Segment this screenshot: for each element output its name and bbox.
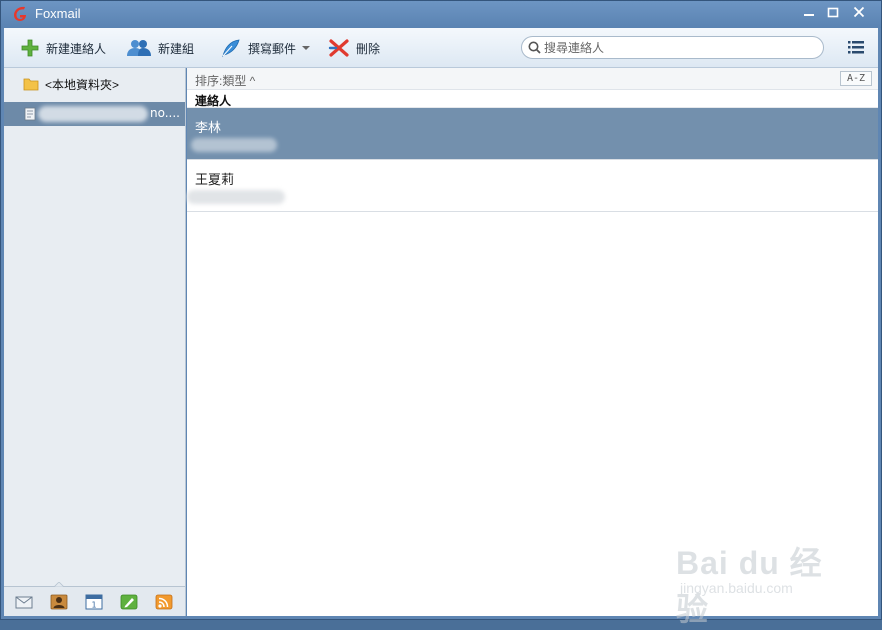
active-module-indicator [54,582,64,587]
close-icon [853,6,865,18]
contact-name: 李林 [195,120,222,135]
local-folder-label: <本地資料夾> [45,77,120,92]
toolbar: 新建連絡人 新建組 撰寫郵件 刪除 [4,28,878,68]
folder-icon [23,78,39,91]
local-folder-item[interactable]: <本地資料夾> [4,72,185,96]
close-button[interactable] [848,4,870,24]
contact-row[interactable]: 李林 [187,108,878,160]
minimize-icon [804,14,814,16]
delete-label: 刪除 [356,41,381,56]
new-group-label: 新建組 [158,41,195,56]
chevron-down-icon [302,46,311,50]
address-book-icon [24,107,36,121]
foxmail-logo-icon [14,6,26,21]
feather-pen-icon [222,39,240,58]
search-box[interactable] [521,36,824,59]
account-name-tail: no.... [150,106,180,120]
new-group-button[interactable]: 新建組 [126,37,194,59]
contact-row[interactable]: 王夏莉 [187,160,878,212]
compose-button[interactable]: 撰寫郵件 [220,37,317,59]
search-input[interactable] [544,39,814,56]
delete-button[interactable]: 刪除 [328,37,380,59]
svg-text:1: 1 [91,601,96,610]
new-contact-button[interactable]: 新建連絡人 [20,37,106,59]
contact-email-redacted [191,138,277,152]
plus-icon [21,39,39,57]
compose-label: 撰寫郵件 [248,41,297,56]
column-header-label: 連絡人 [195,94,232,108]
sidebar: <本地資料夾> no.... 1 [4,68,186,616]
module-switcher: 1 [4,582,185,616]
mail-module-icon[interactable] [15,594,33,610]
az-sort-button[interactable]: A-Z [840,71,872,86]
notes-module-icon[interactable] [120,594,138,610]
title-bar: Foxmail [1,1,881,28]
contact-name: 王夏莉 [195,172,235,187]
contact-email-redacted [187,190,285,204]
search-icon [528,41,541,54]
baidu-jingyan-watermark: Bai du 经验 jingyan.baidu.com [674,524,844,627]
group-icon [127,40,151,56]
rss-module-icon[interactable] [155,594,173,610]
minimize-button[interactable] [798,4,820,24]
contact-column-header: 連絡人 [187,90,878,108]
new-contact-label: 新建連絡人 [46,41,107,56]
maximize-icon [827,7,839,18]
delete-x-icon [328,39,349,57]
window-title: Foxmail [35,6,81,21]
sort-by-type-button[interactable]: 排序:類型 ^ [195,72,255,89]
maximize-button[interactable] [822,4,844,24]
account-name-redacted [38,106,148,122]
foxmail-window: Foxmail 新建連絡人 新建組 撰寫郵件 刪除 搜尋連絡人 <本地資料夾> … [0,0,882,627]
calendar-module-icon[interactable]: 1 [85,594,103,610]
account-item[interactable]: no.... [4,102,185,126]
sort-bar: 排序:類型 ^ A-Z [187,68,878,90]
contacts-module-icon[interactable] [50,594,68,610]
watermark-url: jingyan.baidu.com [680,580,793,596]
menu-list-icon[interactable] [847,39,865,55]
